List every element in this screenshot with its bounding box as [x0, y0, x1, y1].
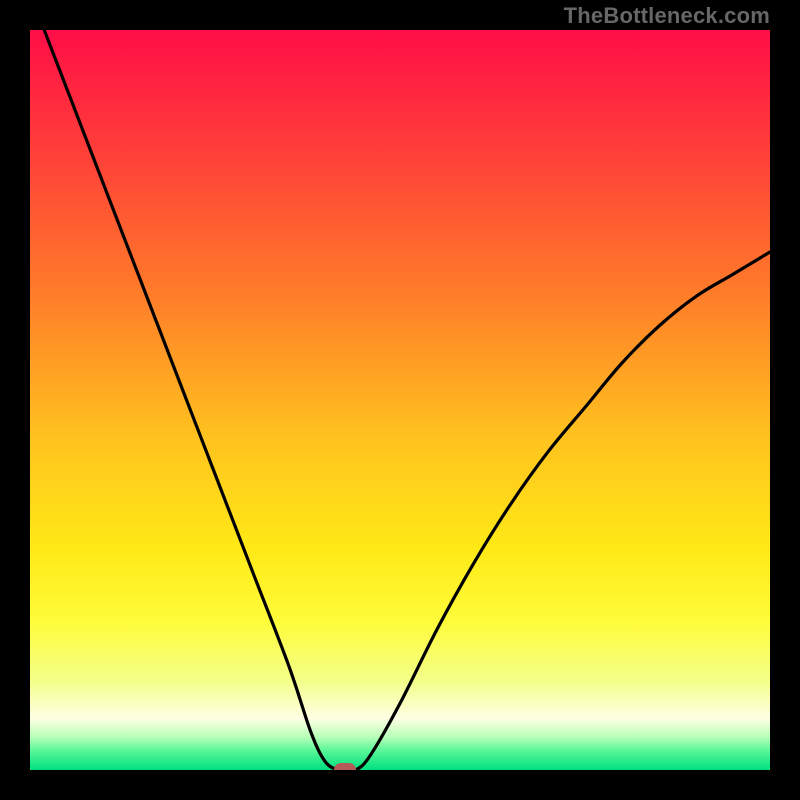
plot-area [30, 30, 770, 770]
optimum-marker [334, 763, 356, 770]
attribution-text: TheBottleneck.com [564, 3, 770, 29]
chart-frame: TheBottleneck.com [0, 0, 800, 800]
bottleneck-curve [30, 30, 770, 770]
